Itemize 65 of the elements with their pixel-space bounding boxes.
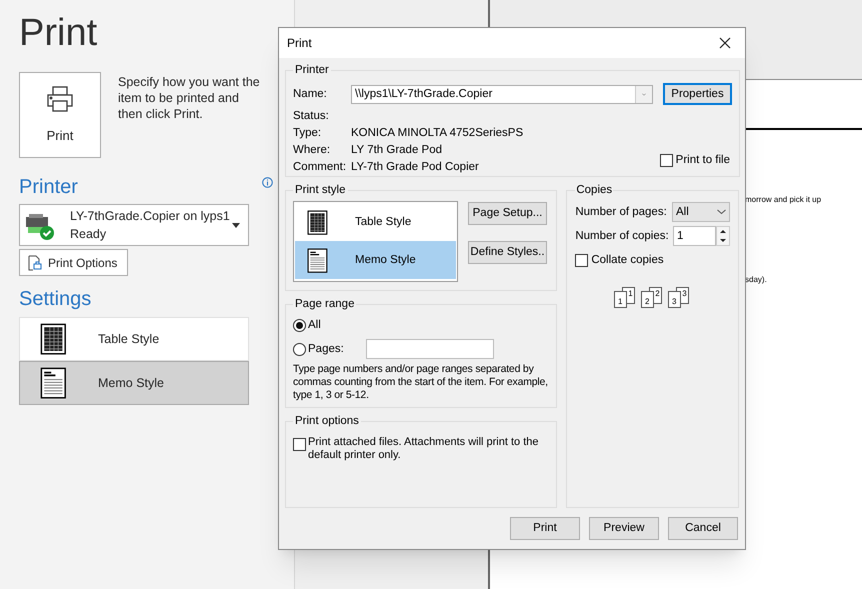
spin-buttons[interactable] <box>716 226 730 246</box>
copies-input[interactable]: 1 <box>673 226 716 246</box>
radio-button[interactable] <box>293 342 306 356</box>
field-label: Type: <box>293 126 322 142</box>
radio-button[interactable] <box>293 318 306 332</box>
group-label: Page range <box>294 297 356 312</box>
radio-label: All <box>308 318 322 333</box>
checkbox-label: Print attached files. Attachments will print to the default printer only. <box>308 436 540 462</box>
print-options-button[interactable]: Print Options <box>19 249 128 276</box>
memo-style-icon <box>40 366 68 400</box>
field-label: Number of copies: <box>575 228 669 244</box>
field-label: Where: <box>293 143 332 158</box>
field-label: Number of pages: <box>575 204 667 220</box>
style-list-item[interactable]: Memo Style <box>295 241 456 280</box>
field-value: KONICA MINOLTA 4752SeriesPS <box>351 126 524 142</box>
memo-style-icon <box>307 248 329 273</box>
section-heading: Settings <box>19 287 92 312</box>
field-label: Name: <box>293 86 328 102</box>
close-icon <box>719 37 731 49</box>
dialog-button[interactable]: Preview <box>589 517 659 540</box>
section-heading: Printer <box>19 175 78 200</box>
combo-value: \\lyps1\LY-7thGrade.Copier <box>355 86 492 102</box>
pages-dropdown[interactable]: All <box>672 202 730 222</box>
group-label: Print options <box>294 414 360 429</box>
dialog-title: Print <box>287 35 312 52</box>
checkbox[interactable] <box>293 438 306 452</box>
dialog-button[interactable]: Print <box>510 517 580 540</box>
group-label: Printer <box>294 63 330 78</box>
field-label: Status: <box>293 109 330 124</box>
dropdown-value: All <box>676 204 689 220</box>
radio-label: Pages: <box>308 342 345 357</box>
caret-icon <box>232 222 240 228</box>
printer-name: LY-7thGrade.Copier on lyps1 <box>70 208 231 225</box>
style-list-item[interactable]: Table Style <box>295 203 456 242</box>
checkbox[interactable] <box>575 254 588 268</box>
page-title: Print <box>19 11 98 56</box>
group-label: Print style <box>294 183 346 198</box>
help-text: Type page numbers and/or page ranges separated by commas counting from the start of the item. For example, type 1, 3 or 5-12. <box>293 363 549 402</box>
dialog-button[interactable]: Page Setup... <box>468 202 547 226</box>
printer-name-combo[interactable]: \\lyps1\LY-7thGrade.Copier <box>351 84 653 104</box>
style-option[interactable]: Table Style <box>19 317 249 361</box>
printer-dropdown[interactable]: LY-7thGrade.Copier on lyps1 Ready <box>19 204 249 246</box>
checkbox-label: Print to file <box>676 153 730 168</box>
table-style-icon <box>307 210 329 235</box>
field-value: LY-7th Grade Pod Copier <box>351 160 479 176</box>
pages-input[interactable] <box>366 339 494 360</box>
field-value: LY 7th Grade Pod <box>351 143 442 158</box>
table-style-icon <box>40 322 68 356</box>
document-text: sday). <box>745 274 768 286</box>
chevron-icon <box>717 209 726 216</box>
description-text: Specify how you want the item to be printed and then click Print. <box>118 74 261 123</box>
field-label: Comment: <box>293 160 348 176</box>
printer-status: Ready <box>70 226 108 243</box>
dialog-button[interactable]: Cancel <box>668 517 738 540</box>
properties-button[interactable]: Properties <box>663 83 732 106</box>
style-option[interactable]: Memo Style <box>19 361 249 405</box>
print-button[interactable]: Print <box>19 72 101 158</box>
checkbox-label: Collate copies <box>591 253 664 268</box>
print-options-icon <box>28 254 42 270</box>
info-icon <box>262 177 273 188</box>
printer-icon <box>45 84 75 114</box>
checkbox[interactable] <box>660 154 673 168</box>
dialog-button[interactable]: Define Styles.. <box>468 241 547 264</box>
group-label: Copies <box>575 183 614 198</box>
chevron-icon <box>635 86 652 103</box>
